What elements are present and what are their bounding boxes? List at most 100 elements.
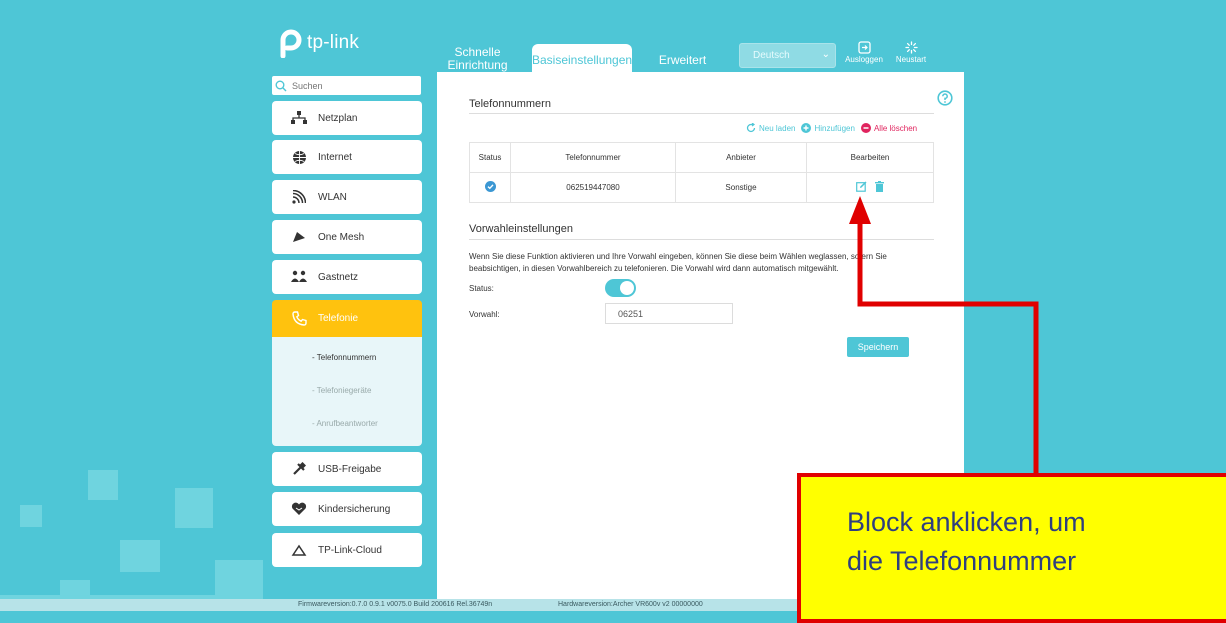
delete-button[interactable] (875, 181, 885, 194)
tab-quick-setup-line2: Einrichtung (447, 58, 508, 72)
delete-all-button[interactable]: Alle löschen (860, 123, 918, 133)
prefix-label: Vorwahl: (469, 310, 500, 319)
sidebar-item-label: USB-Freigabe (318, 463, 382, 475)
prefix-status-toggle[interactable] (605, 279, 636, 297)
restart-button[interactable]: Neustart (893, 41, 929, 64)
callout-line-2: die Telefonnummer (847, 546, 1077, 576)
reload-icon (746, 123, 756, 133)
provider-cell: Sonstige (675, 172, 807, 203)
help-icon (937, 90, 953, 106)
sidebar-item-wlan[interactable]: WLAN (272, 180, 422, 214)
sidebar-item-kindersicherung[interactable]: Kindersicherung (272, 492, 422, 526)
background-decoration (120, 540, 160, 572)
mesh-icon (290, 228, 308, 246)
search-input[interactable] (290, 79, 404, 92)
tab-advanced-label: Erweitert (658, 53, 707, 67)
sidebar-item-netzplan[interactable]: Netzplan (272, 101, 422, 135)
column-header: Bearbeiten (806, 142, 934, 173)
background-decoration (20, 505, 42, 527)
language-selected: Deutsch (753, 50, 790, 61)
logout-icon (857, 41, 871, 54)
restart-icon (904, 41, 918, 54)
sidebar-item-label: Telefonie (318, 313, 359, 324)
tab-basic-settings-label: Basiseinstellungen (532, 53, 633, 67)
submenu-item-telefonnummern[interactable]: - Telefonnummern (312, 353, 376, 362)
add-label: Hinzufügen (814, 123, 855, 133)
sidebar-item-telefonie[interactable]: Telefonie (272, 300, 422, 337)
telephone-icon (290, 310, 308, 328)
callout-line-1: Block anklicken, um (847, 507, 1086, 537)
tab-basic-settings[interactable]: Basiseinstellungen (532, 44, 632, 72)
telefonie-submenu: - Telefonnummern - Telefoniegeräte - Anr… (272, 337, 422, 446)
phone-numbers-title: Telefonnummern (469, 98, 551, 110)
network-map-icon (290, 109, 308, 127)
submenu-item-telefoniegeraete[interactable]: - Telefoniegeräte (312, 386, 371, 395)
sidebar-item-internet[interactable]: Internet (272, 140, 422, 174)
sidebar-item-one-mesh[interactable]: One Mesh (272, 220, 422, 254)
status-cell (469, 172, 511, 203)
submenu-item-anrufbeantworter[interactable]: - Anrufbeantworter (312, 419, 378, 428)
sidebar-item-gastnetz[interactable]: Gastnetz (272, 260, 422, 294)
globe-icon (290, 148, 308, 166)
tp-link-logo-icon (280, 29, 302, 58)
column-header: Anbieter (675, 142, 807, 173)
sidebar-item-label: Netzplan (318, 112, 358, 124)
firmware-version: Firmwareversion:0.7.0 0.9.1 v0075.0 Buil… (298, 601, 493, 608)
cloud-icon (290, 541, 308, 559)
language-select[interactable]: Deutsch ⌄ (739, 43, 836, 68)
chevron-down-icon: ⌄ (821, 49, 830, 60)
delete-all-label: Alle löschen (873, 123, 918, 133)
column-header: Telefonnummer (510, 142, 676, 173)
restart-label: Neustart (895, 55, 927, 64)
edit-icon (855, 181, 867, 192)
trash-icon (875, 181, 885, 192)
tab-quick-setup[interactable]: Schnelle Einrichtung (440, 46, 515, 72)
sidebar-item-label: Gastnetz (318, 271, 359, 283)
tab-advanced[interactable]: Erweitert (650, 54, 715, 67)
logout-button[interactable]: Ausloggen (843, 41, 885, 64)
column-header: Status (469, 142, 511, 173)
usb-icon (290, 460, 308, 478)
status-label: Status: (469, 284, 494, 293)
remove-icon (860, 123, 871, 133)
reload-label: Neu laden (759, 123, 796, 133)
sidebar-item-label: Kindersicherung (318, 503, 391, 515)
prefix-description: Wenn Sie diese Funktion aktivieren und I… (469, 252, 887, 273)
section-divider (469, 239, 934, 240)
table-actions: Neu laden Hinzufügen Alle löschen (740, 123, 917, 133)
guest-network-icon (290, 268, 308, 286)
edit-button[interactable] (855, 181, 867, 194)
sidebar-item-label: One Mesh (318, 231, 365, 243)
background-decoration (175, 488, 213, 528)
search-box[interactable] (272, 76, 421, 95)
phone-number-cell: 062519447080 (510, 172, 676, 203)
prefix-input[interactable] (605, 303, 733, 324)
add-icon (801, 123, 812, 133)
check-circle-icon (484, 181, 496, 192)
sidebar-item-tp-link-cloud[interactable]: TP-Link-Cloud (272, 533, 422, 567)
edit-cell (806, 172, 934, 203)
background-decoration (88, 470, 118, 500)
reload-button[interactable]: Neu laden (746, 123, 795, 133)
toggle-knob (620, 281, 634, 295)
background-decoration (215, 560, 263, 600)
sidebar-item-label: TP-Link-Cloud (318, 544, 382, 556)
annotation-callout: Block anklicken, um die Telefonnummer (797, 473, 1226, 623)
brand-name: tp-link (307, 32, 360, 53)
search-icon (275, 80, 287, 91)
sidebar-item-label: Internet (318, 151, 352, 163)
sidebar-item-label: WLAN (318, 191, 347, 203)
help-button[interactable] (937, 90, 953, 111)
sidebar-item-usb-freigabe[interactable]: USB-Freigabe (272, 452, 422, 486)
tp-link-logo: tp-link (273, 28, 359, 58)
phone-numbers-table: Status Telefonnummer Anbieter Bearbeiten… (469, 142, 934, 203)
table-header-row: Status Telefonnummer Anbieter Bearbeiten (469, 142, 934, 173)
table-row[interactable]: 062519447080 Sonstige (469, 172, 934, 203)
save-button[interactable]: Speichern (847, 337, 909, 357)
add-button[interactable]: Hinzufügen (801, 123, 855, 133)
section-divider (469, 113, 934, 114)
hardware-version: Hardwareversion:Archer VR600v v2 0000000… (558, 601, 703, 608)
wifi-icon (290, 188, 308, 206)
prefix-settings-title: Vorwahleinstellungen (469, 223, 573, 235)
heart-shield-icon (290, 500, 308, 518)
